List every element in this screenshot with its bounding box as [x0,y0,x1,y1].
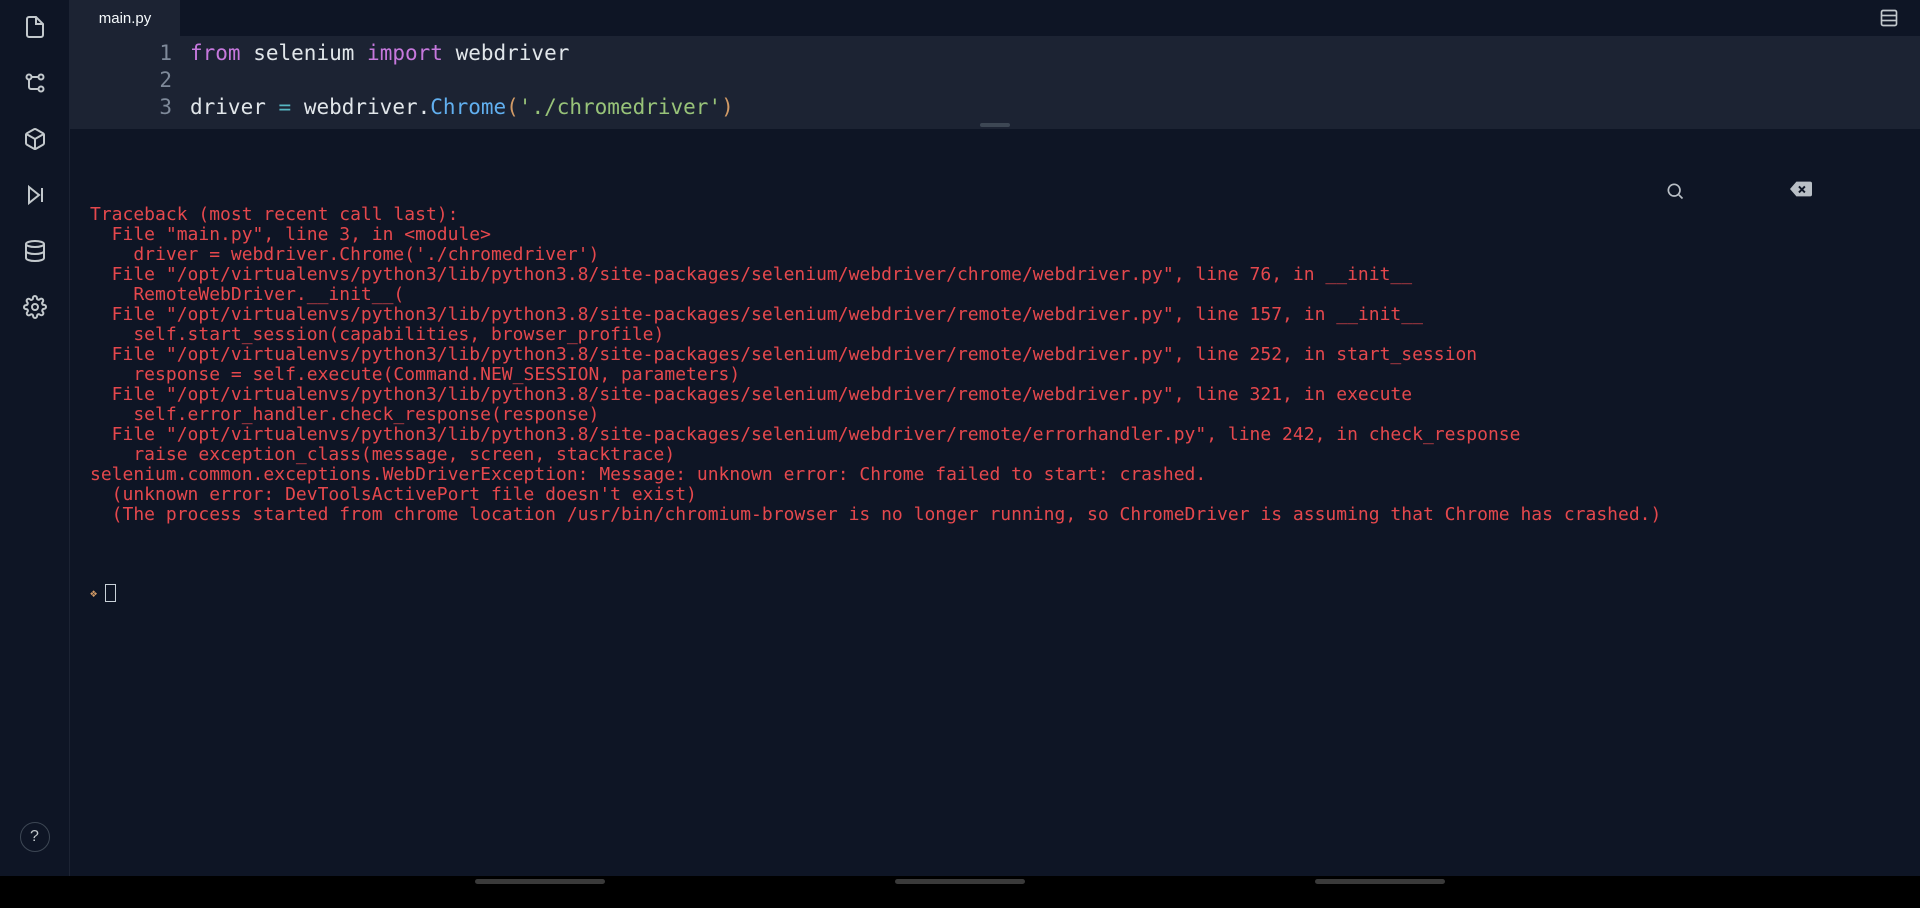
files-icon[interactable] [22,14,48,40]
version-control-icon[interactable] [22,70,48,96]
bottom-strip [0,876,1920,908]
code-editor[interactable]: 123 from selenium import webdriverdriver… [70,36,1920,121]
pane-resize-handle[interactable] [70,121,1920,129]
settings-icon[interactable] [22,294,48,320]
tab-bar: main.py [70,0,1920,36]
code-content[interactable]: from selenium import webdriverdriver = w… [190,40,1920,121]
debugger-icon[interactable] [22,182,48,208]
layout-icon[interactable] [1878,7,1900,29]
left-sidebar: ? [0,0,70,876]
help-button[interactable]: ? [20,822,50,852]
packages-icon[interactable] [22,126,48,152]
clear-console-icon[interactable] [1790,141,1898,241]
console-text: Traceback (most recent call last): File … [90,205,1900,525]
search-icon[interactable] [1665,141,1773,241]
console-cursor [105,584,116,602]
help-label: ? [30,828,39,846]
tab-main-py[interactable]: main.py [70,0,180,36]
prompt-icon: ❖ [90,583,97,603]
line-numbers: 123 [70,40,190,121]
console-output[interactable]: Traceback (most recent call last): File … [70,129,1920,876]
tab-label: main.py [99,10,152,27]
database-icon[interactable] [22,238,48,264]
console-prompt[interactable]: ❖ [90,583,1900,603]
main-area: main.py 123 from selenium import webdriv… [70,0,1920,876]
